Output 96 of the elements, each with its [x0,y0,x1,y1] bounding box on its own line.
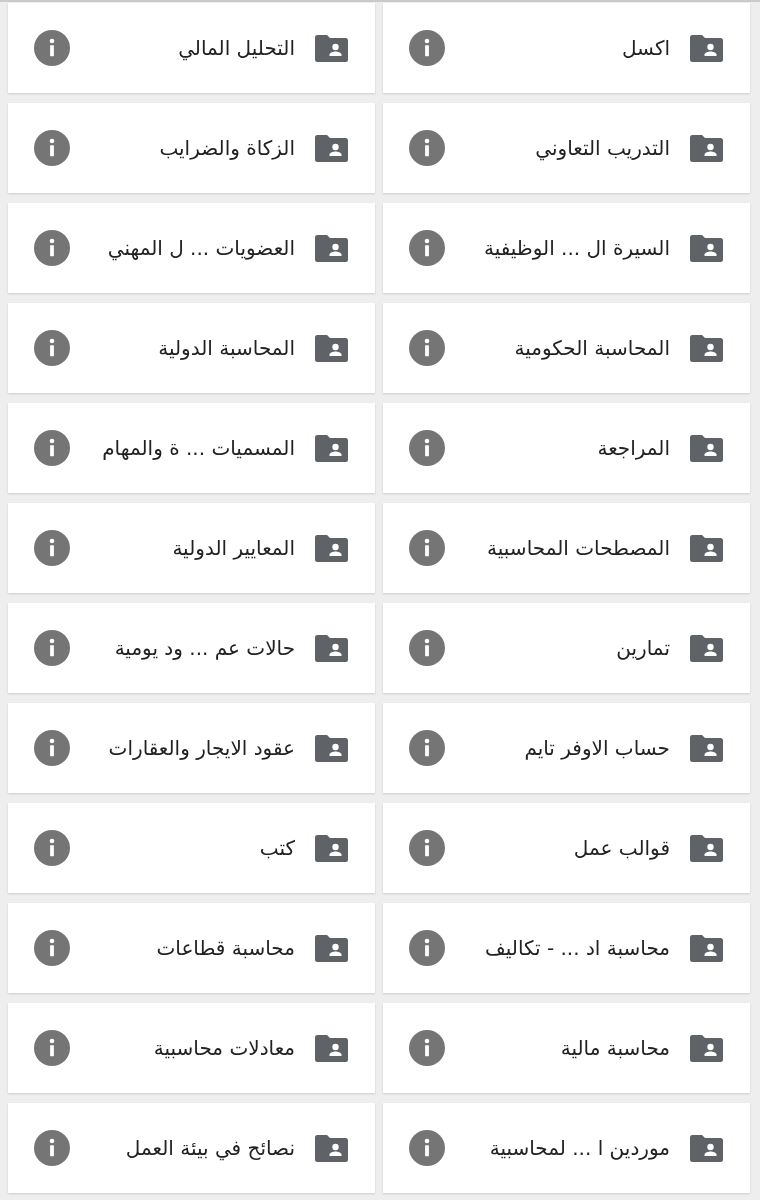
info-icon[interactable] [409,230,445,266]
folder-card[interactable]: محاسبة اد ... - تكاليف [383,903,750,993]
shared-folder-icon [315,934,348,962]
shared-folder-icon [315,834,348,862]
folder-name: المصطحات المحاسبية [487,535,670,561]
shared-folder-icon [315,1134,348,1162]
shared-folder-icon [690,734,723,762]
folder-card[interactable]: المعايير الدولية [8,503,375,593]
folder-name: عقود الايجار والعقارات [108,735,295,761]
folder-name: المراجعة [597,435,670,461]
folder-name: المحاسبة الدولية [158,335,295,361]
folder-card[interactable]: المحاسبة الدولية [8,303,375,393]
folder-card[interactable]: معادلات محاسبية [8,1003,375,1093]
shared-folder-icon [315,134,348,162]
info-icon[interactable] [34,730,70,766]
info-icon[interactable] [34,430,70,466]
info-icon[interactable] [34,1030,70,1066]
folder-card[interactable]: العضويات ... ل المهني [8,203,375,293]
info-icon[interactable] [409,1030,445,1066]
folder-name: التحليل المالي [178,35,295,61]
shared-folder-icon [315,434,348,462]
folder-card[interactable]: المحاسبة الحكومية [383,303,750,393]
folder-name: قوالب عمل [573,835,670,861]
folder-card[interactable]: المسميات ... ة والمهام [8,403,375,493]
info-icon[interactable] [409,830,445,866]
info-icon[interactable] [34,930,70,966]
folder-name: المسميات ... ة والمهام [102,435,295,461]
folder-card[interactable]: موردين ا ... لمحاسبية [383,1103,750,1193]
info-icon[interactable] [409,430,445,466]
info-icon[interactable] [409,330,445,366]
shared-folder-icon [315,34,348,62]
folder-card[interactable]: حساب الاوفر تايم [383,703,750,793]
shared-folder-icon [315,534,348,562]
info-icon[interactable] [34,630,70,666]
folder-card[interactable]: المراجعة [383,403,750,493]
info-icon[interactable] [409,1130,445,1166]
folder-name: اكسل [621,35,670,61]
shared-folder-icon [315,334,348,362]
folder-card[interactable]: محاسبة مالية [383,1003,750,1093]
info-icon[interactable] [34,530,70,566]
folder-card[interactable]: قوالب عمل [383,803,750,893]
folder-card[interactable]: عقود الايجار والعقارات [8,703,375,793]
folder-card[interactable]: تمارين [383,603,750,693]
shared-folder-icon [690,334,723,362]
folder-name: الزكاة والضرايب [159,135,295,161]
folder-name: معادلات محاسبية [153,1035,295,1061]
info-icon[interactable] [34,830,70,866]
folder-name: التدريب التعاوني [535,135,670,161]
shared-folder-icon [690,1134,723,1162]
info-icon[interactable] [409,30,445,66]
shared-folder-icon [690,934,723,962]
shared-folder-icon [690,1034,723,1062]
folder-name: حساب الاوفر تايم [524,735,670,761]
folder-name: المعايير الدولية [172,535,295,561]
shared-folder-icon [315,634,348,662]
shared-folder-icon [315,234,348,262]
folder-name: كتب [259,835,295,861]
info-icon[interactable] [409,730,445,766]
folder-card[interactable]: المصطحات المحاسبية [383,503,750,593]
folder-name: نصائح في بيئة العمل [125,1135,295,1161]
folder-name: محاسبة اد ... - تكاليف [485,935,670,961]
shared-folder-icon [315,1034,348,1062]
shared-folder-icon [690,234,723,262]
folder-name: العضويات ... ل المهني [107,235,295,261]
shared-folder-icon [690,834,723,862]
shared-folder-icon [690,134,723,162]
info-icon[interactable] [34,130,70,166]
folder-name: تمارين [616,635,670,661]
info-icon[interactable] [409,130,445,166]
folder-card[interactable]: الزكاة والضرايب [8,103,375,193]
folder-card[interactable]: اكسل [383,3,750,93]
folder-name: المحاسبة الحكومية [514,335,670,361]
folder-card[interactable]: محاسبة قطاعات [8,903,375,993]
info-icon[interactable] [409,530,445,566]
info-icon[interactable] [34,230,70,266]
folder-name: محاسبة مالية [560,1035,670,1061]
folder-card[interactable]: التحليل المالي [8,3,375,93]
folder-name: حالات عم ... ود يومية [114,635,295,661]
info-icon[interactable] [34,1130,70,1166]
info-icon[interactable] [409,630,445,666]
shared-folder-icon [690,534,723,562]
folder-name: موردين ا ... لمحاسبية [489,1135,670,1161]
folder-card[interactable]: السيرة ال ... الوظيفية [383,203,750,293]
shared-folder-icon [690,34,723,62]
folder-card[interactable]: نصائح في بيئة العمل [8,1103,375,1193]
folder-name: محاسبة قطاعات [156,935,295,961]
shared-folder-icon [690,434,723,462]
folder-name: السيرة ال ... الوظيفية [483,235,670,261]
info-icon[interactable] [34,30,70,66]
info-icon[interactable] [34,330,70,366]
info-icon[interactable] [409,930,445,966]
folder-card[interactable]: التدريب التعاوني [383,103,750,193]
folder-card[interactable]: حالات عم ... ود يومية [8,603,375,693]
shared-folder-icon [690,634,723,662]
folder-card[interactable]: كتب [8,803,375,893]
shared-folder-icon [315,734,348,762]
